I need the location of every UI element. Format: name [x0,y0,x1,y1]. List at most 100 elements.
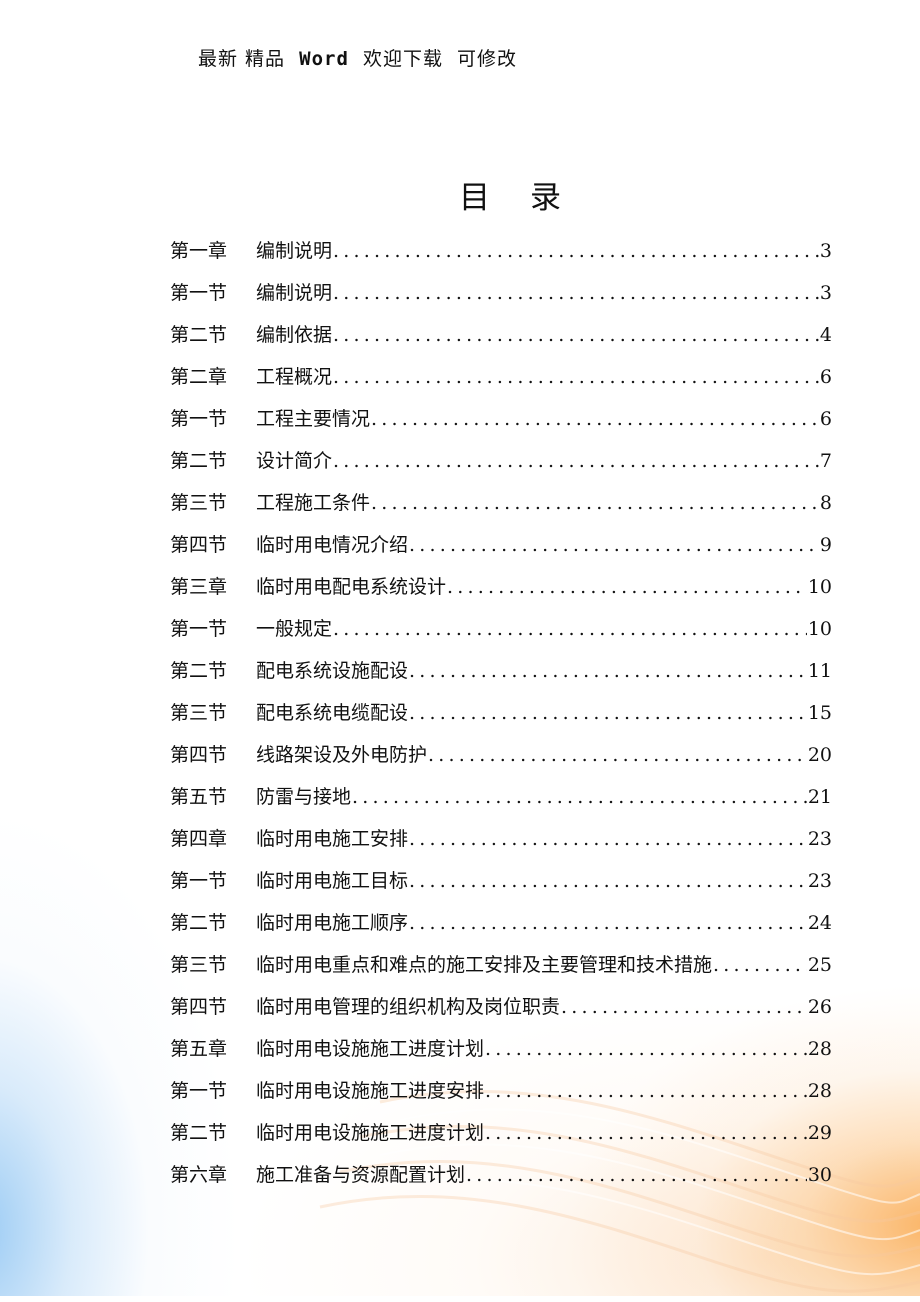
toc-entry-chapter[interactable]: 第二章 工程概况 6 [170,358,832,400]
toc-entry-number: 第二章 [170,366,228,388]
toc-entry-title: 工程概况 [256,366,333,388]
toc-dot-leader [447,568,807,606]
toc-entry-number: 第一节 [170,618,228,640]
toc-entry-title: 工程主要情况 [256,408,371,430]
toc-entry-title: 配电系统电缆配设 [256,702,409,724]
toc-entry-number: 第三节 [170,702,228,724]
toc-entry-page-number: 30 [807,1164,832,1186]
toc-dot-leader [371,484,819,522]
toc-entry-title: 配电系统设施配设 [256,660,409,682]
toc-entry-title: 设计简介 [256,450,333,472]
toc-entry-number: 第一节 [170,282,228,304]
toc-entry-section[interactable]: 第一节 编制说明 3 [170,274,832,316]
toc-entry-number: 第一节 [170,870,228,892]
toc-dot-leader [333,316,819,354]
toc-entry-section[interactable]: 第三节 临时用电重点和难点的施工安排及主要管理和技术措施 25 [170,946,832,988]
toc-entry-number: 第二节 [170,1122,228,1144]
toc-entry-section[interactable]: 第四节 线路架设及外电防护 20 [170,736,832,778]
toc-entry-page-number: 6 [819,408,832,430]
toc-entry-title: 临时用电配电系统设计 [256,576,447,598]
toc-entry-number: 第二节 [170,912,228,934]
toc-entry-title: 临时用电设施施工进度计划 [256,1038,485,1060]
toc-entry-section[interactable]: 第一节 临时用电设施施工进度安排 28 [170,1072,832,1114]
toc-entry-page-number: 21 [807,786,832,808]
toc-entry-title: 临时用电重点和难点的施工安排及主要管理和技术措施 [256,954,713,976]
toc-entry-title: 编制依据 [256,324,333,346]
toc-dot-leader [485,1114,807,1152]
toc-entry-section[interactable]: 第一节 工程主要情况 6 [170,400,832,442]
toc-entry-page-number: 20 [807,744,832,766]
toc-entry-page-number: 24 [807,912,832,934]
toc-dot-leader [485,1030,807,1068]
toc-entry-title: 线路架设及外电防护 [256,744,428,766]
toc-dot-leader [713,946,807,984]
toc-entry-section[interactable]: 第四节 临时用电情况介绍 9 [170,526,832,568]
toc-entry-title: 临时用电施工目标 [256,870,409,892]
toc-entry-number: 第二节 [170,324,228,346]
toc-dot-leader [561,988,807,1026]
header-word-label: Word [299,48,349,70]
toc-entry-number: 第三节 [170,492,228,514]
toc-entry-page-number: 8 [819,492,832,514]
toc-entry-section[interactable]: 第二节 临时用电施工顺序 24 [170,904,832,946]
toc-entry-number: 第一章 [170,240,228,262]
toc-dot-leader [409,526,819,564]
toc-dot-leader [409,904,807,942]
toc-entry-title: 施工准备与资源配置计划 [256,1164,466,1186]
page-bottom-edge [0,1296,920,1302]
toc-entry-page-number: 28 [807,1038,832,1060]
toc-dot-leader [371,400,819,438]
toc-entry-number: 第四章 [170,828,228,850]
toc-entry-title: 工程施工条件 [256,492,371,514]
toc-entry-title: 临时用电施工安排 [256,828,409,850]
toc-entry-page-number: 7 [819,450,832,472]
toc-entry-page-number: 23 [807,828,832,850]
toc-entry-number: 第三章 [170,576,228,598]
toc-entry-section[interactable]: 第二节 编制依据 4 [170,316,832,358]
toc-entry-page-number: 9 [819,534,832,556]
header-text-left: 最新 精品 [198,48,300,70]
toc-entry-section[interactable]: 第二节 配电系统设施配设 11 [170,652,832,694]
toc-dot-leader [409,820,807,858]
toc-entry-page-number: 6 [819,366,832,388]
toc-entry-title: 编制说明 [256,240,333,262]
toc-entry-section[interactable]: 第二节 临时用电设施施工进度计划 29 [170,1114,832,1156]
toc-entry-page-number: 3 [819,240,832,262]
toc-entry-section[interactable]: 第一节 一般规定 10 [170,610,832,652]
toc-dot-leader [485,1072,807,1110]
toc-dot-leader [409,694,807,732]
toc-dot-leader [333,442,819,480]
toc-entry-title: 临时用电情况介绍 [256,534,409,556]
toc-entry-section[interactable]: 第三节 配电系统电缆配设 15 [170,694,832,736]
toc-entry-section[interactable]: 第一节 临时用电施工目标 23 [170,862,832,904]
toc-entry-number: 第六章 [170,1164,228,1186]
toc-entry-page-number: 26 [807,996,832,1018]
toc-entry-title: 一般规定 [256,618,333,640]
toc-entry-chapter[interactable]: 第三章 临时用电配电系统设计 10 [170,568,832,610]
toc-entry-chapter[interactable]: 第五章 临时用电设施施工进度计划 28 [170,1030,832,1072]
toc-entry-section[interactable]: 第二节 设计简介 7 [170,442,832,484]
toc-entry-title: 临时用电设施施工进度安排 [256,1080,485,1102]
toc-entry-page-number: 28 [807,1080,832,1102]
toc-dot-leader [428,736,807,774]
toc-entry-chapter[interactable]: 第四章 临时用电施工安排 23 [170,820,832,862]
toc-entry-chapter[interactable]: 第一章 编制说明 3 [170,232,832,274]
toc-entry-number: 第一节 [170,408,228,430]
toc-entry-title: 防雷与接地 [256,786,352,808]
toc-dot-leader [333,232,819,270]
toc-entry-section[interactable]: 第四节 临时用电管理的组织机构及岗位职责 26 [170,988,832,1030]
toc-entry-number: 第四节 [170,996,228,1018]
toc-dot-leader [409,862,807,900]
toc-dot-leader [352,778,807,816]
toc-entry-title: 临时用电设施施工进度计划 [256,1122,485,1144]
toc-entry-page-number: 4 [819,324,832,346]
toc-entry-section[interactable]: 第五节 防雷与接地 21 [170,778,832,820]
toc-entry-page-number: 29 [807,1122,832,1144]
toc-entry-title: 临时用电管理的组织机构及岗位职责 [256,996,561,1018]
toc-entry-chapter[interactable]: 第六章 施工准备与资源配置计划 30 [170,1156,832,1198]
toc-dot-leader [333,274,819,312]
toc-entry-page-number: 25 [807,954,832,976]
toc-entry-title: 临时用电施工顺序 [256,912,409,934]
toc-entry-section[interactable]: 第三节 工程施工条件 8 [170,484,832,526]
toc-entry-title: 编制说明 [256,282,333,304]
